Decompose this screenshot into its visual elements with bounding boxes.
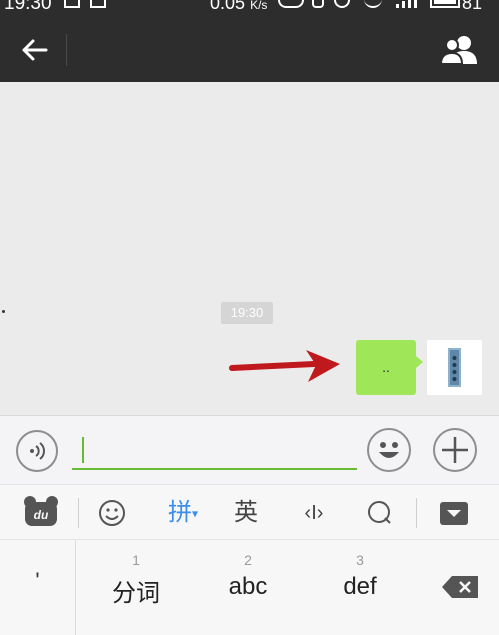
svg-text:du: du [34, 508, 49, 522]
key-2[interactable]: 2 abc [192, 540, 304, 635]
backspace-icon [442, 576, 478, 598]
hide-keyboard-button[interactable] [434, 493, 474, 533]
arrow-left-icon [22, 39, 48, 61]
key-number: 1 [132, 552, 140, 568]
key-label: def [343, 573, 377, 600]
wifi-icon [364, 0, 382, 8]
keyboard-search-button[interactable] [362, 493, 398, 533]
status-bar: 19:30 0.05 K/s 81 [0, 0, 499, 18]
status-time: 19:30 [4, 0, 52, 14]
search-icon [368, 501, 391, 524]
more-functions-button[interactable] [433, 428, 477, 472]
keyboard-toolbar: du 拼▾ 英 ‹I› [0, 484, 499, 540]
chat-members-button[interactable] [438, 32, 482, 68]
apostrophe-key[interactable]: ' [0, 540, 76, 635]
battery-level: 81 [462, 0, 483, 13]
home-notification-icon [90, 0, 106, 8]
signal-icon [396, 0, 422, 8]
delete-key[interactable] [420, 540, 499, 635]
chat-area[interactable]: 19:30 .. [0, 82, 499, 415]
key-3[interactable]: 3 def [304, 540, 416, 635]
key-number: 3 [356, 552, 364, 568]
vibrate-icon [312, 0, 324, 8]
network-speed-value: 0.05 [210, 0, 246, 13]
voice-input-button[interactable] [16, 430, 58, 472]
emoji-button[interactable] [367, 428, 411, 472]
chevron-down-icon [440, 502, 468, 525]
image-notification-icon [64, 0, 80, 8]
pinyin-mode-label: 拼 [167, 499, 192, 526]
hd-icon [278, 0, 304, 8]
people-icon [439, 36, 477, 65]
wechat-chat-screen: 19:30 0.05 K/s 81 19:30 .. du 拼▾ 英 ‹I› '… [0, 0, 499, 635]
title-bar [0, 18, 499, 82]
key-label: 分词 [112, 580, 160, 607]
battery-icon [430, 0, 460, 8]
plus-icon [442, 437, 468, 463]
key-number: 2 [244, 552, 252, 568]
keyboard-logo-button[interactable]: du [18, 493, 64, 533]
keyboard-keys: ' 1 分词 2 abc 3 def [0, 540, 499, 635]
back-button[interactable] [14, 32, 54, 68]
voice-wave-icon [30, 442, 45, 460]
message-timestamp: 19:30 [221, 302, 273, 324]
keyboard-emoji-button[interactable] [92, 493, 132, 533]
network-speed: 0.05 K/s [210, 0, 267, 14]
message-input[interactable] [72, 428, 357, 470]
smiley-icon [379, 442, 399, 458]
annotation-arrow [229, 350, 340, 382]
du-bear-icon: du [24, 496, 58, 526]
text-caret [82, 437, 84, 463]
my-avatar[interactable] [427, 340, 482, 395]
toolbar-divider [416, 498, 417, 528]
english-mode-button[interactable]: 英 [226, 493, 266, 533]
network-speed-unit: K/s [250, 0, 268, 12]
toolbar-divider [78, 498, 79, 528]
pinyin-mode-button[interactable]: 拼▾ [158, 493, 208, 533]
cursor-mode-button[interactable]: ‹I› [292, 493, 336, 533]
message-input-bar [0, 415, 499, 484]
emoji-outline-icon [99, 500, 125, 526]
stray-dot [2, 310, 5, 313]
title-divider [66, 34, 67, 66]
avatar-image [448, 348, 461, 387]
key-1[interactable]: 1 分词 [80, 540, 192, 635]
key-label: abc [228, 573, 268, 600]
sent-message-bubble[interactable]: .. [356, 340, 423, 395]
pinyin-dropdown-icon: ▾ [191, 506, 199, 521]
alarm-icon [334, 0, 350, 8]
